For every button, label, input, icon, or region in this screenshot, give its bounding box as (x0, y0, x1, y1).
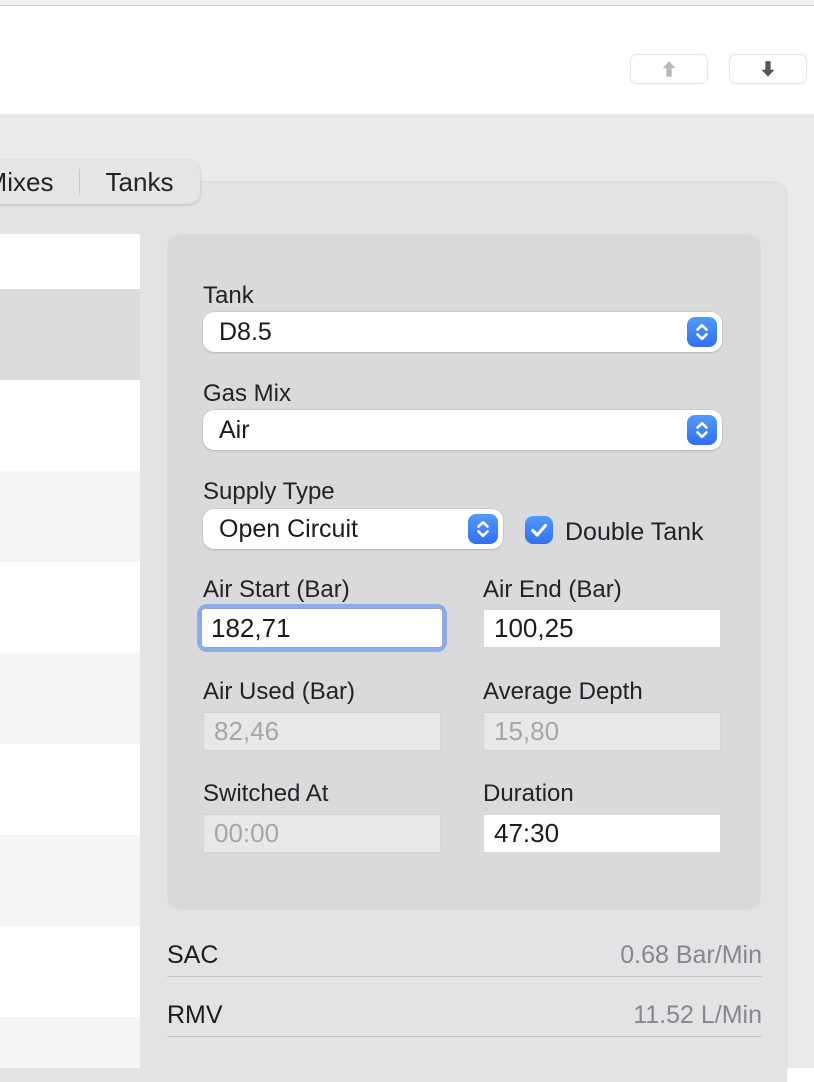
list-item[interactable] (0, 653, 140, 744)
list-item-selected[interactable] (0, 289, 140, 380)
list-item[interactable] (0, 471, 140, 562)
rmv-label: RMV (167, 1001, 223, 1030)
sac-label: SAC (167, 941, 218, 970)
tank-popup-value: D8.5 (203, 318, 687, 347)
air-start-focus-ring (197, 604, 447, 652)
supply-type-label: Supply Type (203, 477, 335, 507)
sac-value: 0.68 Bar/Min (362, 941, 762, 970)
tab-tanks[interactable]: Tanks (80, 160, 199, 204)
switched-at-label: Switched At (203, 779, 328, 809)
gas-mix-popup-value: Air (203, 416, 687, 445)
list-item[interactable] (0, 562, 140, 653)
average-depth-input (483, 712, 721, 751)
arrow-up-icon (658, 58, 680, 80)
divider (167, 976, 762, 977)
popup-stepper-icon (687, 317, 717, 347)
detail-tabs: Mixes Tanks (0, 160, 200, 204)
list-item[interactable] (0, 744, 140, 835)
tank-popup[interactable]: D8.5 (203, 312, 722, 352)
air-used-label: Air Used (Bar) (203, 677, 355, 707)
arrow-down-icon (757, 58, 779, 80)
tank-label: Tank (203, 281, 254, 311)
air-start-label: Air Start (Bar) (203, 575, 350, 605)
next-dive-button[interactable] (729, 54, 807, 84)
supply-type-popup-value: Open Circuit (203, 515, 468, 544)
gas-mix-popup[interactable]: Air (203, 410, 722, 450)
list-item[interactable] (0, 835, 140, 926)
double-tank-label: Double Tank (565, 517, 704, 547)
average-depth-label: Average Depth (483, 677, 643, 707)
double-tank-checkbox[interactable] (525, 516, 553, 544)
popup-stepper-icon (687, 415, 717, 445)
air-end-input[interactable] (483, 609, 721, 648)
list-item[interactable] (0, 234, 140, 289)
previous-dive-button[interactable] (630, 54, 708, 84)
checkmark-icon (527, 518, 551, 542)
tab-mixes[interactable]: Mixes (0, 160, 79, 204)
popup-stepper-icon (468, 514, 498, 544)
switched-at-input (203, 814, 441, 853)
air-used-input (203, 712, 441, 751)
list-item[interactable] (0, 1017, 140, 1068)
list-item[interactable] (0, 926, 140, 1017)
dive-list (0, 234, 140, 1068)
supply-type-popup[interactable]: Open Circuit (203, 509, 503, 549)
duration-input[interactable] (483, 814, 721, 853)
toolbar (0, 6, 814, 114)
air-start-input[interactable] (201, 608, 443, 648)
gas-mix-label: Gas Mix (203, 379, 291, 409)
list-item[interactable] (0, 380, 140, 471)
rmv-value: 11.52 L/Min (362, 1001, 762, 1030)
duration-label: Duration (483, 779, 574, 809)
divider (167, 1036, 762, 1037)
air-end-label: Air End (Bar) (483, 575, 622, 605)
